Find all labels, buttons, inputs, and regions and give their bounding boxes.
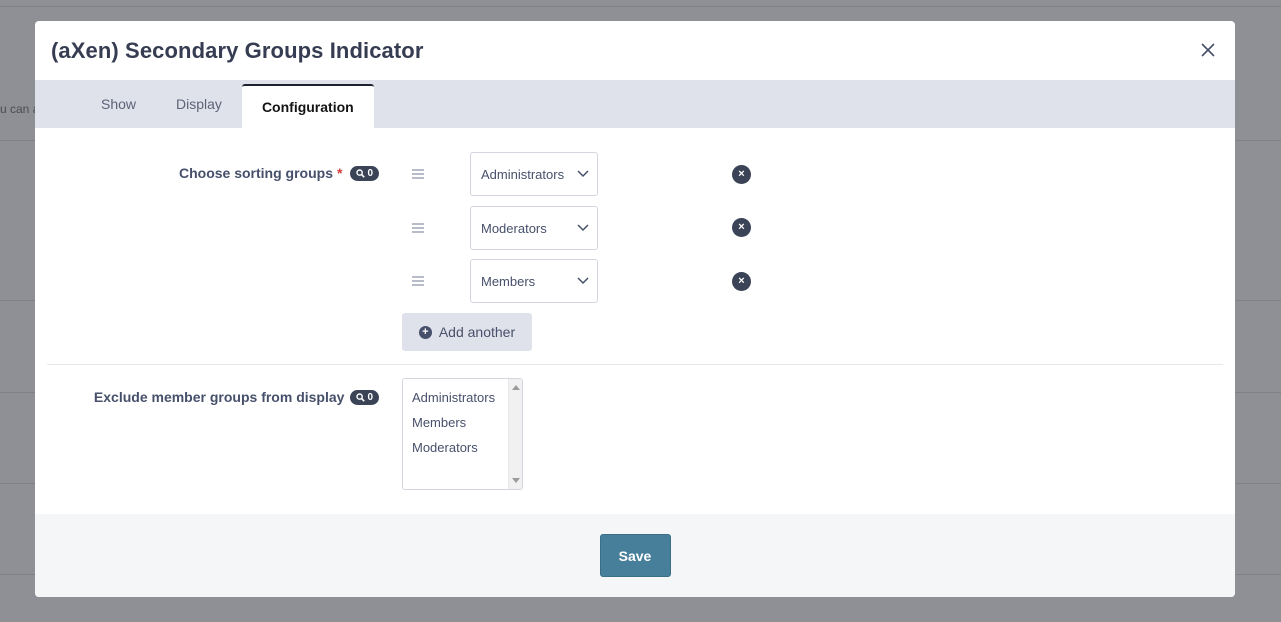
- form-body: Choose sorting groups * 0 Administrators…: [35, 128, 1235, 514]
- tab-bar: Show Display Configuration: [35, 80, 1235, 128]
- add-another-label: Add another: [438, 324, 516, 340]
- backdrop-divider: [0, 6, 1281, 7]
- tab-show[interactable]: Show: [81, 80, 156, 128]
- required-marker: *: [336, 165, 343, 181]
- drag-handle-icon[interactable]: [412, 276, 424, 286]
- sorting-group-select[interactable]: Members: [470, 259, 598, 303]
- drag-handle-icon[interactable]: [412, 223, 424, 233]
- search-icon: [356, 392, 366, 402]
- listbox-scrollbar[interactable]: [508, 379, 522, 489]
- exclude-groups-label-row: Exclude member groups from display 0: [94, 389, 379, 405]
- exclude-groups-label: Exclude member groups from display: [93, 389, 345, 405]
- select-value: Members: [481, 273, 536, 289]
- plus-circle-icon: +: [418, 325, 432, 339]
- search-icon: [356, 168, 366, 178]
- close-icon[interactable]: [1199, 41, 1217, 59]
- scroll-up-icon[interactable]: [512, 385, 520, 390]
- tab-configuration[interactable]: Configuration: [241, 84, 374, 128]
- section-divider: [47, 364, 1223, 365]
- add-another-button[interactable]: + Add another: [402, 313, 532, 351]
- select-value: Moderators: [481, 220, 547, 236]
- scroll-down-icon[interactable]: [512, 478, 520, 483]
- exclude-groups-listbox[interactable]: Administrators Members Moderators: [402, 378, 523, 490]
- backdrop-text: u can a: [0, 102, 40, 116]
- modal-footer: Save: [35, 514, 1235, 597]
- sorting-groups-label-row: Choose sorting groups * 0: [179, 165, 379, 181]
- chevron-down-icon: [577, 277, 589, 285]
- modal-title: (aXen) Secondary Groups Indicator: [51, 37, 424, 63]
- sorting-group-select[interactable]: Administrators: [470, 152, 598, 196]
- save-button[interactable]: Save: [599, 534, 671, 577]
- modal-header: (aXen) Secondary Groups Indicator: [35, 21, 1235, 80]
- badge-count: 0: [367, 167, 373, 179]
- list-option[interactable]: Moderators: [403, 435, 522, 460]
- chevron-down-icon: [577, 170, 589, 178]
- tab-display[interactable]: Display: [156, 80, 242, 128]
- remove-item-button[interactable]: ×: [732, 272, 751, 291]
- modal-dialog: (aXen) Secondary Groups Indicator Show D…: [35, 21, 1235, 597]
- sorting-group-select[interactable]: Moderators: [470, 206, 598, 250]
- list-option[interactable]: Members: [403, 410, 522, 435]
- select-value: Administrators: [481, 166, 565, 182]
- badge-count: 0: [367, 391, 373, 403]
- sorting-groups-label: Choose sorting groups: [178, 165, 333, 181]
- remove-item-button[interactable]: ×: [732, 165, 751, 184]
- chevron-down-icon: [577, 224, 589, 232]
- list-option[interactable]: Administrators: [403, 385, 522, 410]
- drag-handle-icon[interactable]: [412, 169, 424, 179]
- search-count-badge[interactable]: 0: [350, 165, 379, 181]
- remove-item-button[interactable]: ×: [732, 218, 751, 237]
- search-count-badge[interactable]: 0: [350, 389, 379, 405]
